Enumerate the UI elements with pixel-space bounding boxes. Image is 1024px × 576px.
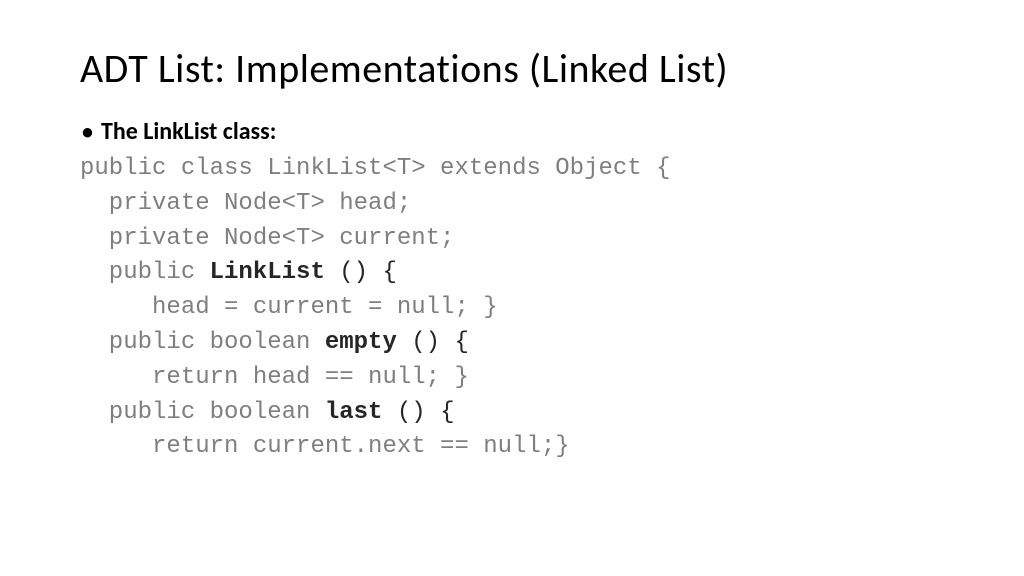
bullet-text: The LinkList class: [101,117,276,146]
code-line-8c: () { [382,399,454,426]
code-line-8-method: last [325,399,383,426]
code-block: public class LinkList<T> extends Object … [80,152,944,465]
code-line-6-method: empty [325,329,397,356]
code-line-6c: () { [397,329,469,356]
code-line-1: public class LinkList<T> extends Object … [80,155,671,182]
slide-title: ADT List: Implementations (Linked List) [80,44,944,93]
slide: ADT List: Implementations (Linked List) … [0,0,1024,576]
code-line-4a: public [80,259,210,286]
code-line-7: return head == null; } [80,364,469,391]
bullet-dot-icon: • [82,121,101,143]
code-line-5: head = current = null; } [80,294,498,321]
code-line-3: private Node<T> current; [80,225,454,252]
code-line-9: return current.next == null;} [80,433,570,460]
code-line-6a: public boolean [80,329,325,356]
bullet-item: • The LinkList class: [80,117,944,146]
code-line-2: private Node<T> head; [80,190,411,217]
code-line-8a: public boolean [80,399,325,426]
code-line-4-method: LinkList [210,259,325,286]
code-line-4c: () { [325,259,397,286]
